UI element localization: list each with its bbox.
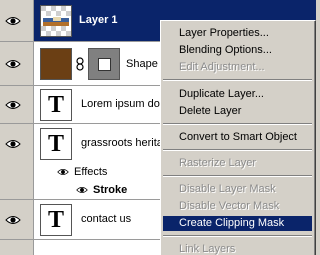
visibility-column	[0, 124, 34, 164]
photoshop-layers-screen: Layer 1 Shape T Lorem ipsum dolo T grass…	[0, 0, 316, 255]
layer-context-menu: Layer Properties... Blending Options... …	[160, 20, 316, 255]
text-layer-thumbnail[interactable]: T	[40, 128, 72, 160]
eye-icon[interactable]	[5, 15, 21, 27]
menu-item-edit-adjustment[interactable]: Edit Adjustment...	[163, 60, 312, 75]
effects-label: Effects	[74, 166, 108, 178]
chain-link-icon[interactable]	[76, 57, 84, 71]
layer-name: Layer 1	[79, 14, 118, 26]
eye-icon[interactable]	[5, 58, 21, 70]
menu-item-create-clipping-mask[interactable]: Create Clipping Mask	[163, 216, 312, 231]
menu-item-delete-layer[interactable]: Delete Layer	[163, 104, 312, 119]
eye-icon[interactable]	[5, 99, 21, 111]
menu-item-link-layers[interactable]: Link Layers	[163, 242, 312, 255]
layer-name: Lorem ipsum dolo	[81, 98, 169, 110]
layer-name: Shape	[126, 58, 158, 70]
eye-icon[interactable]	[5, 214, 21, 226]
eye-icon[interactable]	[5, 138, 21, 150]
layer-thumbnail-image[interactable]	[40, 5, 72, 37]
eye-icon[interactable]	[57, 167, 69, 177]
menu-item-disable-vector-mask[interactable]: Disable Vector Mask	[163, 199, 312, 214]
layer-name: grassroots heritag	[81, 137, 170, 149]
eye-icon[interactable]	[76, 185, 88, 195]
visibility-column	[0, 180, 34, 199]
layer-name: contact us	[81, 213, 132, 225]
checker-photo-thumbnail	[41, 6, 71, 36]
visibility-column	[0, 42, 34, 85]
menu-separator	[163, 123, 312, 125]
visibility-column	[0, 240, 34, 255]
visibility-column	[0, 86, 34, 123]
menu-item-disable-layer-mask[interactable]: Disable Layer Mask	[163, 182, 312, 197]
shape-color-thumbnail[interactable]	[40, 48, 72, 80]
effect-label: Stroke	[93, 184, 128, 196]
menu-separator	[163, 149, 312, 151]
vector-mask-shape	[98, 58, 111, 71]
menu-item-duplicate-layer[interactable]: Duplicate Layer...	[163, 87, 312, 102]
text-layer-thumbnail[interactable]: T	[40, 204, 72, 236]
visibility-column	[0, 200, 34, 239]
text-layer-thumbnail[interactable]: T	[40, 89, 72, 121]
menu-separator	[163, 79, 312, 81]
menu-item-rasterize-layer[interactable]: Rasterize Layer	[163, 156, 312, 171]
menu-item-blending-options[interactable]: Blending Options...	[163, 43, 312, 58]
vector-mask-thumbnail[interactable]	[88, 48, 120, 80]
menu-separator	[163, 175, 312, 177]
menu-separator	[163, 235, 312, 237]
visibility-column	[0, 164, 34, 180]
menu-item-layer-properties[interactable]: Layer Properties...	[163, 26, 312, 41]
menu-item-convert-smart-object[interactable]: Convert to Smart Object	[163, 130, 312, 145]
visibility-column	[0, 0, 34, 41]
